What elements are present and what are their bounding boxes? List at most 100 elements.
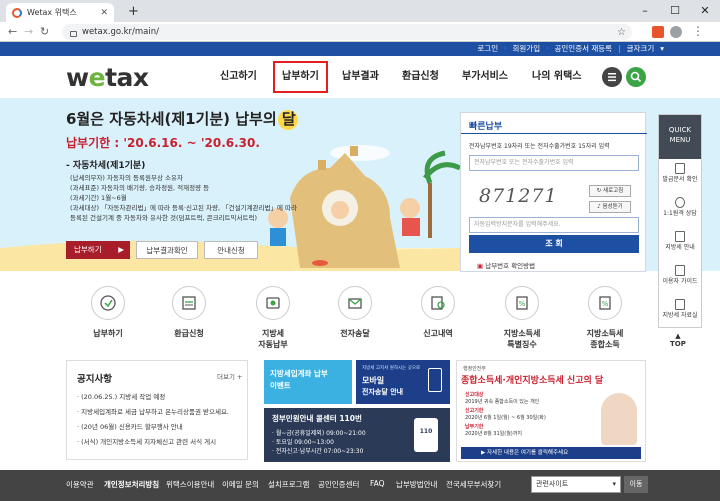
captcha-refresh-button[interactable]: ↻ 새로고침 — [589, 185, 631, 197]
banner4-line: 2019년 귀속 종합소득이 있는 개인 — [465, 399, 540, 405]
url-text: wetax.go.kr/main/ — [82, 27, 159, 37]
extension-icon[interactable] — [652, 26, 664, 38]
logo-part: w — [66, 63, 89, 92]
bookmark-star-icon[interactable]: ☆ — [617, 27, 626, 38]
banner4-title: 종합소득세·개인지방소득세 신고의 달 — [461, 376, 604, 386]
menu-additional[interactable]: 부가서비스 — [462, 56, 508, 98]
banner2-big: 모바일 — [362, 376, 385, 385]
menu-pay-result[interactable]: 납부결과 — [342, 56, 379, 98]
banner3-title: 정부민원안내 콜센터 110번 — [272, 414, 362, 423]
banner4-line: 2020년 6월 1일(월) ~ 6월 30일(화) — [465, 415, 546, 421]
minimize-icon[interactable]: – — [630, 0, 660, 22]
service-auto-pay[interactable]: 지방세 자동납부 — [245, 286, 301, 350]
profile-icon[interactable] — [670, 26, 682, 38]
service-label-2: 자동납부 — [258, 340, 288, 349]
withholding-service-icon: % — [505, 286, 539, 320]
comprehensive-service-icon: % — [588, 286, 622, 320]
banner-call-center[interactable]: 정부민원안내 콜센터 110번 · 월~금(공휴일제외) 09:00~21:00… — [264, 408, 450, 462]
browser-menu-icon[interactable]: ⋮ — [692, 24, 704, 38]
service-comprehensive[interactable]: % 지방소득세 종합소득 — [577, 286, 633, 350]
login-link[interactable]: 로그인 — [477, 42, 498, 56]
quick-pay-desc: 전자납부번호 19자리 또는 전자수출가번호 15자리 입력 — [469, 143, 610, 150]
notice-item[interactable]: · 지방세입계좌로 세금 납부하고 온누리상품권 받으세요. — [77, 406, 229, 416]
divider — [461, 133, 647, 134]
hamburger-menu-icon[interactable] — [602, 67, 622, 87]
quick-item-user-guide[interactable]: 이용자 가이드 — [659, 265, 701, 286]
payment-number-input[interactable]: 전자납부번호 또는 전자수출가번호 입력 — [469, 155, 639, 171]
lookup-button[interactable]: 조 회 — [469, 235, 639, 253]
notice-more-link[interactable]: 더보기 + — [217, 371, 242, 381]
notice-item[interactable]: · (서식) 개인지방소득세 지자체신고 관련 서식 게시 — [77, 436, 216, 446]
service-e-delivery[interactable]: 전자송달 — [327, 286, 383, 339]
maximize-icon[interactable]: ☐ — [660, 0, 690, 22]
service-report-history[interactable]: 신고내역 — [410, 286, 466, 339]
quick-item-doc-verify[interactable]: 발급문서 확인 — [659, 163, 701, 184]
service-pay[interactable]: 납부하기 — [80, 286, 136, 339]
footer-faq-link[interactable]: FAQ — [370, 479, 385, 488]
phone-icon: 110 — [414, 418, 438, 452]
captcha-audio-button[interactable]: ♪ 음성듣기 — [589, 201, 631, 213]
back-icon[interactable]: ← — [8, 25, 17, 38]
service-withholding[interactable]: % 지방소득세 특별징수 — [494, 286, 550, 350]
go-button[interactable]: 이동 — [624, 476, 648, 493]
svg-text:%: % — [602, 300, 609, 308]
guide-icon — [675, 265, 685, 276]
report-history-service-icon — [421, 286, 455, 320]
footer-install-link[interactable]: 설치프로그램 — [268, 479, 309, 490]
close-tab-icon[interactable]: ✕ — [100, 8, 108, 18]
related-sites-value: 관련사이트 — [536, 480, 569, 488]
reload-icon[interactable]: ↻ — [40, 25, 49, 38]
search-icon[interactable] — [626, 67, 646, 87]
service-label-2: 특별징수 — [507, 340, 537, 349]
scroll-top-button[interactable]: ▲ TOP — [670, 332, 686, 348]
url-input[interactable]: wetax.go.kr/main/ ☆ — [62, 24, 632, 40]
footer-tax-office-link[interactable]: 전국세무부서찾기 — [446, 479, 501, 490]
banner4-cta[interactable]: ▶ 자세한 내용은 여기를 클릭해주세요 — [461, 447, 641, 459]
wetax-logo[interactable]: wetax — [66, 63, 149, 92]
notice-item[interactable]: · (20.06.25.) 지방세 작업 예정 — [77, 391, 165, 401]
banner4-line: 신고대상 — [465, 392, 484, 398]
service-refund[interactable]: 환급신청 — [161, 286, 217, 339]
hero-guide-button[interactable]: 안내신청 — [204, 241, 258, 259]
close-window-icon[interactable]: ✕ — [690, 0, 720, 22]
logo-part: tax — [105, 63, 149, 92]
footer-terms-link[interactable]: 이용약관 — [66, 479, 94, 490]
menu-pay[interactable]: 납부하기 — [273, 61, 328, 93]
notice-box: 공지사항 더보기 + · (20.06.25.) 지방세 작업 예정 · 지방세… — [66, 360, 248, 460]
footer-guide-link[interactable]: 위택스이용안내 — [166, 479, 214, 490]
hero-line: (과세대상) 「자동차관리법」에 따라 등록·신고된 차량, 「건설기계관리법」… — [70, 204, 298, 212]
cert-reregister-link[interactable]: 공인인증서 재등록 — [555, 42, 613, 56]
footer-privacy-link[interactable]: 개인정보처리방침 — [104, 479, 159, 490]
related-sites-select[interactable]: 관련사이트 ▾ — [531, 476, 621, 493]
banner-income-tax[interactable]: 행정안전부 종합소득세·개인지방소득세 신고의 달 신고대상 2019년 귀속 … — [456, 360, 646, 462]
site-footer: 이용약관 개인정보처리방침 위택스이용안내 이메일 문의 설치프로그램 공인인증… — [0, 470, 720, 501]
font-size-icon[interactable]: ▾ — [660, 42, 664, 56]
menu-my-wetax[interactable]: 나의 위택스 — [532, 56, 581, 98]
notice-item[interactable]: · (20년 06월) 신용카드 할부행사 안내 — [77, 421, 183, 431]
new-tab-icon[interactable]: + — [128, 4, 139, 19]
menu-report[interactable]: 신고하기 — [220, 56, 257, 98]
menu-refund[interactable]: 환급신청 — [402, 56, 439, 98]
browser-tab[interactable]: Wetax 위택스 ✕ — [6, 3, 114, 22]
banner-mobile-delivery[interactable]: 지방세 고지서 원하시는 곳으로 모바일 전자송달 안내 — [356, 360, 450, 404]
top-label: TOP — [670, 340, 686, 348]
quick-item-remote-consult[interactable]: 1:1원격 상담 — [659, 197, 701, 218]
chevron-down-icon: ▾ — [612, 480, 616, 488]
browser-tab-bar: Wetax 위택스 ✕ + – ☐ ✕ — [0, 0, 720, 22]
payment-number-help-link[interactable]: ▣ 납부번호 확인방법 — [477, 260, 535, 270]
hero-pay-button[interactable]: 납부하기 ▶ — [66, 241, 130, 259]
quick-item-tax-info[interactable]: 지방세 안내 — [659, 231, 701, 252]
font-size-link[interactable]: 글자크기 — [627, 42, 655, 56]
play-arrow-icon: ▶ — [118, 245, 124, 254]
forward-icon[interactable]: → — [24, 25, 33, 38]
banner-tax-account-event[interactable]: 지방세입계좌 납부 이벤트 — [264, 360, 352, 404]
footer-cert-center-link[interactable]: 공인인증센터 — [318, 479, 359, 490]
captcha-input[interactable]: 자동입력방지문자를 입력해주세요. — [469, 217, 639, 233]
hero-section-title: - 자동차세(제1기분) — [66, 161, 146, 171]
chevron-up-icon: ▲ — [675, 332, 681, 340]
hero-check-button[interactable]: 납부결과확인 — [136, 241, 198, 259]
signup-link[interactable]: 회원가입 — [513, 42, 541, 56]
footer-email-link[interactable]: 이메일 문의 — [222, 479, 259, 490]
quick-item-library[interactable]: 지방세 자료실 — [659, 299, 701, 320]
footer-payment-guide-link[interactable]: 납부방법안내 — [396, 479, 437, 490]
